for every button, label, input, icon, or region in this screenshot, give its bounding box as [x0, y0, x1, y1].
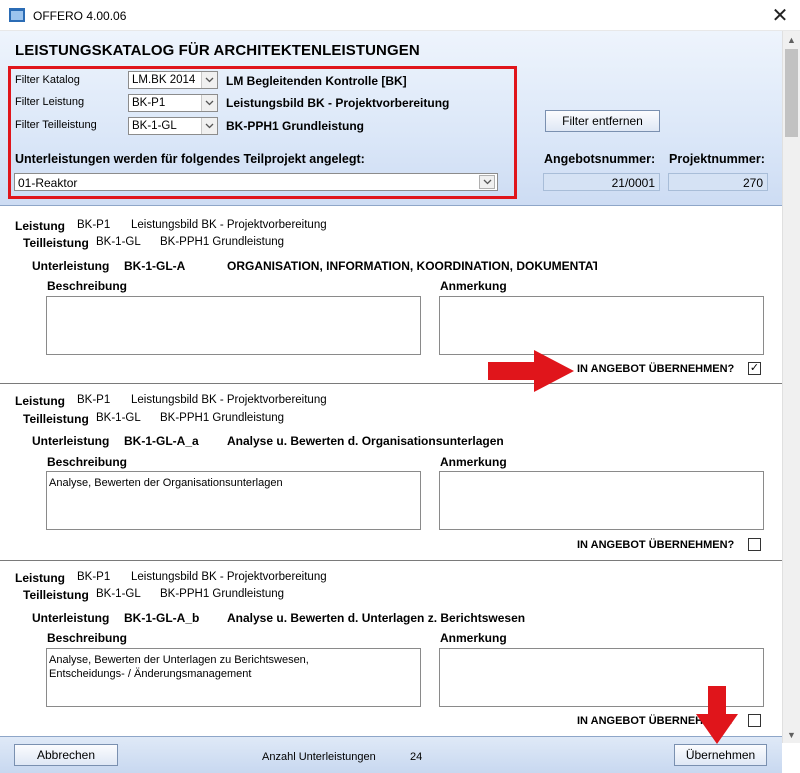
header-panel: LEISTUNGSKATALOG FÜR ARCHITEKTENLEISTUNG… — [0, 31, 782, 206]
offer-number-field: 21/0001 — [543, 173, 660, 191]
unterleistung-code: BK-1-GL-A_a — [124, 434, 199, 448]
filter-leistung-label: Filter Leistung — [15, 96, 85, 108]
project-number-label: Projektnummer: — [669, 152, 765, 166]
anmerkung-textarea[interactable] — [439, 471, 764, 530]
scrollbar-thumb[interactable] — [785, 49, 798, 137]
chevron-down-icon[interactable] — [201, 72, 217, 88]
subproject-value: 01-Reaktor — [18, 176, 78, 190]
leistung-label: Leistung — [15, 394, 65, 408]
uebernehmen-checkbox[interactable] — [748, 714, 761, 727]
project-number-field: 270 — [668, 173, 768, 191]
filter-teilleistung-value: BK-1-GL — [132, 120, 177, 132]
beschreibung-label: Beschreibung — [47, 455, 128, 469]
filter-leistung-select[interactable]: BK-P1 — [128, 94, 218, 112]
uebernehmen-label: IN ANGEBOT ÜBERNEHMEN? — [577, 363, 735, 375]
unterleistung-name: Analyse u. Bewerten d. Organisationsunte… — [227, 434, 504, 448]
close-icon[interactable]: ✕ — [760, 0, 800, 31]
subproject-label: Unterleistungen werden für folgendes Tei… — [15, 152, 365, 166]
filter-remove-button[interactable]: Filter entfernen — [545, 110, 660, 132]
list-item: Leistung BK-P1 Leistungsbild BK - Projek… — [0, 562, 782, 736]
beschreibung-textarea[interactable] — [46, 296, 421, 355]
teilleistung-label: Teilleistung — [23, 588, 89, 602]
list-item: Leistung BK-P1 Leistungsbild BK - Projek… — [0, 385, 782, 561]
leistung-name: Leistungsbild BK - Projektvorbereitung — [131, 571, 327, 583]
teilleistung-label: Teilleistung — [23, 412, 89, 426]
anmerkung-textarea[interactable] — [439, 296, 764, 355]
teilleistung-code: BK-1-GL — [96, 588, 141, 600]
filter-leistung-desc: Leistungsbild BK - Projektvorbereitung — [226, 96, 450, 110]
window-title: OFFERO 4.00.06 — [33, 9, 127, 23]
chevron-down-icon[interactable] — [201, 118, 217, 134]
teilleistung-name: BK-PPH1 Grundleistung — [160, 236, 285, 248]
unterleistung-label: Unterleistung — [32, 611, 110, 625]
filter-teilleistung-select[interactable]: BK-1-GL — [128, 117, 218, 135]
leistung-label: Leistung — [15, 219, 65, 233]
beschreibung-label: Beschreibung — [47, 279, 128, 293]
unterleistung-name: ORGANISATION, INFORMATION, KOORDINATION,… — [227, 259, 597, 273]
anmerkung-label: Anmerkung — [440, 455, 507, 469]
filter-leistung-value: BK-P1 — [132, 97, 166, 109]
title-bar: OFFERO 4.00.06 ✕ — [0, 0, 800, 31]
offer-number-label: Angebotsnummer: — [544, 152, 656, 166]
footer-bar: Abbrechen Anzahl Unterleistungen 24 Über… — [0, 736, 782, 773]
teilleistung-code: BK-1-GL — [96, 412, 141, 424]
vertical-scrollbar[interactable]: ▲ ▼ — [782, 31, 800, 743]
anmerkung-label: Anmerkung — [440, 631, 507, 645]
unterleistung-code: BK-1-GL-A — [124, 259, 186, 273]
red-arrow-down-icon — [696, 686, 738, 744]
leistung-code: BK-P1 — [77, 219, 111, 231]
teilleistung-code: BK-1-GL — [96, 236, 141, 248]
teilleistung-label: Teilleistung — [23, 236, 89, 250]
leistung-name: Leistungsbild BK - Projektvorbereitung — [131, 219, 327, 231]
chevron-down-icon[interactable] — [479, 175, 495, 189]
uebernehmen-label: IN ANGEBOT ÜBERNEHMEN? — [577, 539, 735, 551]
leistung-label: Leistung — [15, 571, 65, 585]
beschreibung-textarea[interactable]: Analyse, Bewerten der Unterlagen zu Beri… — [46, 648, 421, 707]
filter-katalog-select[interactable]: LM.BK 2014 — [128, 71, 218, 89]
filter-teilleistung-desc: BK-PPH1 Grundleistung — [226, 119, 365, 133]
list-item: Leistung BK-P1 Leistungsbild BK - Projek… — [0, 207, 782, 384]
beschreibung-label: Beschreibung — [47, 631, 128, 645]
unterleistung-code: BK-1-GL-A_b — [124, 611, 200, 625]
unterleistung-label: Unterleistung — [32, 434, 110, 448]
scroll-up-icon[interactable]: ▲ — [783, 31, 800, 48]
anmerkung-label: Anmerkung — [440, 279, 507, 293]
beschreibung-textarea[interactable]: Analyse, Bewerten der Organisationsunter… — [46, 471, 421, 530]
filter-katalog-desc: LM Begleitenden Kontrolle [BK] — [226, 74, 407, 88]
uebernehmen-checkbox[interactable]: ✓ — [748, 362, 761, 375]
count-label: Anzahl Unterleistungen — [262, 751, 376, 763]
app-icon — [9, 8, 25, 22]
filter-teilleistung-label: Filter Teilleistung — [15, 119, 97, 131]
chevron-down-icon[interactable] — [201, 95, 217, 111]
unterleistung-name: Analyse u. Bewerten d. Unterlagen z. Ber… — [227, 611, 526, 625]
cancel-button[interactable]: Abbrechen — [14, 744, 118, 766]
unterleistung-label: Unterleistung — [32, 259, 110, 273]
filter-katalog-value: LM.BK 2014 — [132, 74, 196, 86]
teilleistung-name: BK-PPH1 Grundleistung — [160, 412, 285, 424]
filter-katalog-label: Filter Katalog — [15, 74, 80, 86]
leistung-code: BK-P1 — [77, 394, 111, 406]
count-value: 24 — [410, 751, 423, 763]
red-arrow-right-icon — [488, 350, 574, 392]
subproject-select[interactable]: 01-Reaktor — [14, 173, 498, 191]
teilleistung-name: BK-PPH1 Grundleistung — [160, 588, 285, 600]
apply-button[interactable]: Übernehmen — [674, 744, 767, 766]
leistung-code: BK-P1 — [77, 571, 111, 583]
uebernehmen-checkbox[interactable] — [748, 538, 761, 551]
page-title: LEISTUNGSKATALOG FÜR ARCHITEKTENLEISTUNG… — [15, 42, 420, 59]
leistung-name: Leistungsbild BK - Projektvorbereitung — [131, 394, 327, 406]
scroll-down-icon[interactable]: ▼ — [783, 726, 800, 743]
